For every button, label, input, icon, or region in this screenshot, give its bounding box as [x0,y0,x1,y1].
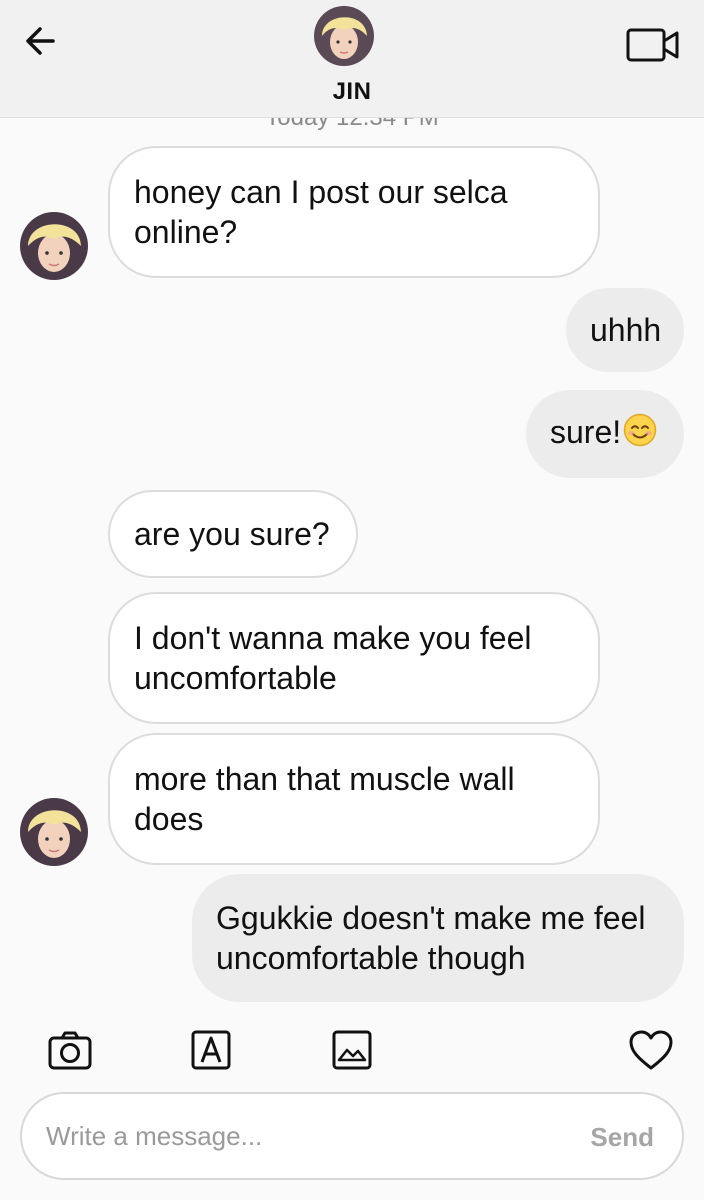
back-button[interactable] [18,18,64,64]
smiling-face-icon [623,413,657,456]
message-bubble-incoming[interactable]: honey can I post our selca online? [108,146,600,278]
heart-icon [629,1030,673,1070]
chat-screen: Today 12:34 PM JIN hon [0,0,704,1200]
message-bubble-incoming[interactable]: more than that muscle wall does [108,733,600,865]
camera-icon [48,1031,92,1070]
contact-name[interactable]: JIN [0,78,704,106]
message-composer: Send [20,1092,684,1180]
message-text: I don't wanna make you feel uncomfortabl… [134,620,532,696]
text-style-icon [191,1030,231,1070]
message-text: honey can I post our selca online? [134,174,508,250]
arrow-left-icon [26,27,55,55]
message-input[interactable] [46,1094,566,1178]
message-text: uhhh [590,312,662,348]
message-text: sure! [550,414,622,450]
message-bubble-outgoing[interactable]: uhhh [566,288,684,372]
chat-header: JIN [0,0,704,118]
message-text: more than that muscle wall does [134,761,515,837]
message-bubble-incoming[interactable]: I don't wanna make you feel uncomfortabl… [108,592,600,724]
message-text: Ggukkie doesn't make me feel uncomfortab… [216,900,646,976]
gallery-button[interactable] [328,1026,376,1074]
gallery-icon [332,1030,372,1070]
text-style-button[interactable] [187,1026,235,1074]
camera-button[interactable] [46,1026,94,1074]
video-call-button[interactable] [620,20,686,70]
message-text: are you sure? [134,516,330,552]
video-camera-icon [626,28,679,62]
message-bubble-outgoing[interactable]: sure! [526,390,684,478]
message-bubble-outgoing[interactable]: Ggukkie doesn't make me feel uncomfortab… [192,874,684,1002]
contact-avatar[interactable] [314,6,374,66]
avatar[interactable] [20,798,88,866]
send-button[interactable]: Send [590,1122,654,1153]
message-bubble-incoming[interactable]: are you sure? [108,490,358,578]
like-button[interactable] [627,1026,675,1074]
avatar[interactable] [20,212,88,280]
